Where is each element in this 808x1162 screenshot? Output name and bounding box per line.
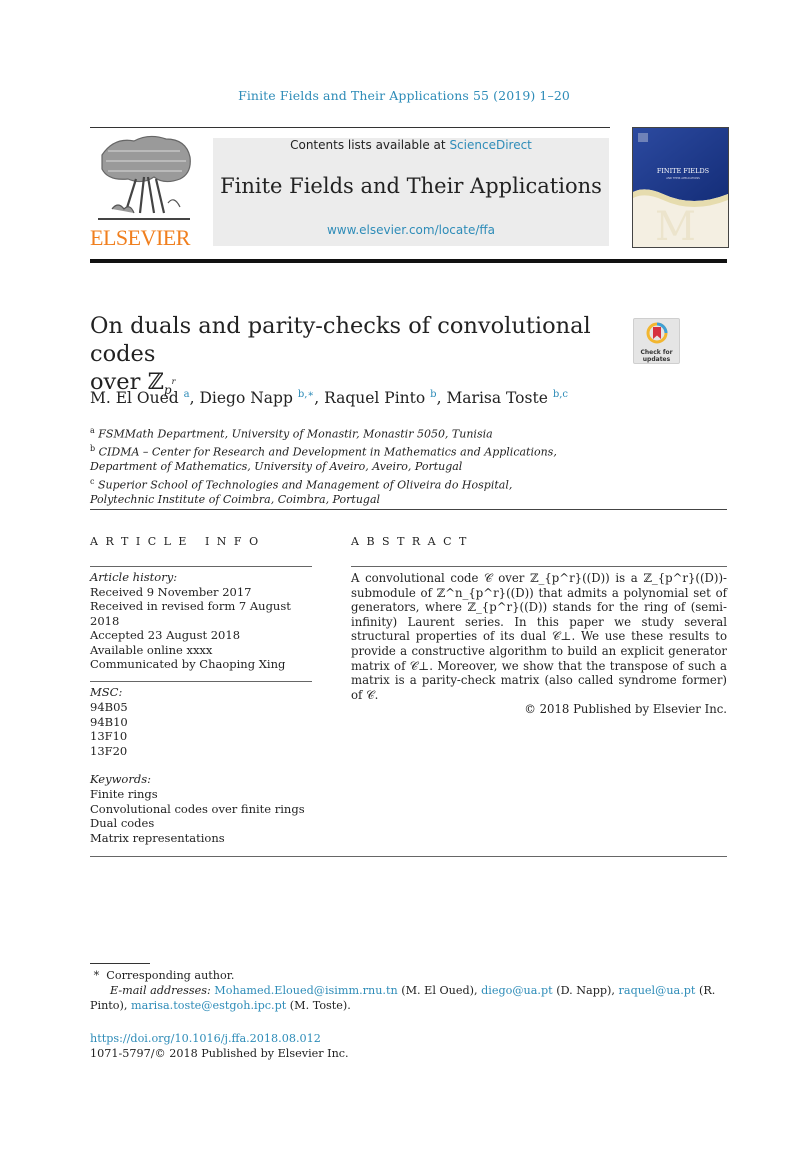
elsevier-logo: ELSEVIER [90,133,208,251]
article-info-rule [90,566,312,567]
author-affil-mark[interactable]: a [184,389,190,400]
check-for-updates-button[interactable]: Check for updates [633,318,680,364]
cover-art-icon: FINITE FIELDS AND THEIR APPLICATIONS M [633,128,728,247]
elsevier-wordmark: ELSEVIER [90,225,190,250]
affiliation-c: c Superior School of Technologies and Ma… [90,476,513,506]
msc-code: 13F10 [90,729,128,744]
journal-cover[interactable]: FINITE FIELDS AND THEIR APPLICATIONS M [632,127,729,248]
cover-subtitle: AND THEIR APPLICATIONS [666,176,700,180]
keyword: Convolutional codes over finite rings [90,801,305,816]
msc-code: 94B10 [90,714,128,729]
header-top-rule [90,127,610,128]
elsevier-tree-icon [94,133,194,225]
email-label: E-mail addresses: [110,984,211,997]
abstract-rule [351,566,727,567]
doi-link[interactable]: https://doi.org/10.1016/j.ffa.2018.08.01… [90,1031,349,1046]
contents-available-line: Contents lists available at ScienceDirec… [213,138,609,152]
history-item: Received 9 November 2017 [90,584,252,599]
keyword: Dual codes [90,816,155,831]
history-item: Communicated by Chaoping Xing [90,657,286,671]
author[interactable]: Marisa Toste [446,389,547,407]
msc-label: MSC: [90,685,123,699]
keyword: Matrix representations [90,831,225,846]
footnotes: * Corresponding author. E-mail addresses… [90,968,730,1013]
msc-codes: MSC: 94B05 94B10 13F10 13F20 [90,685,128,759]
author-affil-mark[interactable]: b [430,389,436,400]
author-affil-mark[interactable]: b,∗ [298,389,314,400]
check-updates-label: Check for updates [640,349,673,363]
cover-title: FINITE FIELDS [657,167,709,175]
affiliations-rule [90,509,727,510]
sciencedirect-link[interactable]: ScienceDirect [449,138,531,152]
footnote-rule [90,963,150,964]
abstract-body: A convolutional code 𝒞 over ℤ_{p^r}((D))… [351,571,727,717]
header-bottom-rule [90,259,727,263]
journal-name: Finite Fields and Their Applications [220,174,602,198]
cover-watermark: M [655,204,696,247]
msc-code: 13F20 [90,744,128,759]
affiliations: a FSMMath Department, University of Mona… [90,424,600,507]
email-addresses: E-mail addresses: Mohamed.Eloued@isimm.r… [90,984,716,1012]
author-list: M. El Oued a, Diego Napp b,∗, Raquel Pin… [90,389,568,408]
article-info-heading: ARTICLE INFO [90,535,266,548]
author[interactable]: Raquel Pinto [324,389,425,407]
email-owner: (D. Napp) [556,984,612,997]
abstract-text: A convolutional code 𝒞 over ℤ_{p^r}((D))… [351,571,727,702]
title-line-1: On duals and parity-checks of convolutio… [90,313,591,367]
email-link[interactable]: raquel@ua.pt [619,984,696,997]
email-link[interactable]: marisa.toste@estgoh.ipc.pt [131,999,286,1012]
corresponding-author-note: * Corresponding author. [93,969,235,982]
keywords-label: Keywords: [90,772,151,786]
doi-block: https://doi.org/10.1016/j.ffa.2018.08.01… [90,1031,349,1061]
front-matter-bottom-rule [90,856,727,857]
journal-reference[interactable]: Finite Fields and Their Applications 55 … [0,88,808,103]
keyword: Finite rings [90,786,158,801]
check-updates-icon [646,322,667,344]
email-link[interactable]: Mohamed.Eloued@isimm.rnu.tn [214,984,397,997]
article-history: Article history: Received 9 November 201… [90,570,320,672]
email-link[interactable]: diego@ua.pt [481,984,553,997]
author-affil-mark[interactable]: b,c [553,389,568,400]
history-item: Accepted 23 August 2018 [90,628,241,642]
article-history-label: Article history: [90,570,178,584]
contents-prefix: Contents lists available at [290,138,450,152]
author[interactable]: Diego Napp [199,389,292,407]
email-owner: (M. El Oued) [401,984,474,997]
history-rule [90,681,312,682]
history-item: Received in revised form 7 August 2018 [90,599,291,628]
msc-code: 94B05 [90,699,128,714]
affiliation-b: b CIDMA – Center for Research and Develo… [90,444,557,474]
abstract-copyright: © 2018 Published by Elsevier Inc. [524,702,727,717]
journal-url-link[interactable]: www.elsevier.com/locate/ffa [213,223,609,237]
keywords: Keywords: Finite rings Convolutional cod… [90,772,330,846]
history-item: Available online xxxx [90,642,213,657]
affiliation-a: a FSMMath Department, University of Mona… [90,426,493,441]
email-owner: (M. Toste) [289,999,348,1012]
title-math-sup: r [171,377,176,386]
abstract-heading: ABSTRACT [351,535,474,548]
author[interactable]: M. El Oued [90,389,179,407]
journal-masthead: Contents lists available at ScienceDirec… [213,138,609,246]
issn-line: 1071-5797/© 2018 Published by Elsevier I… [90,1047,349,1060]
